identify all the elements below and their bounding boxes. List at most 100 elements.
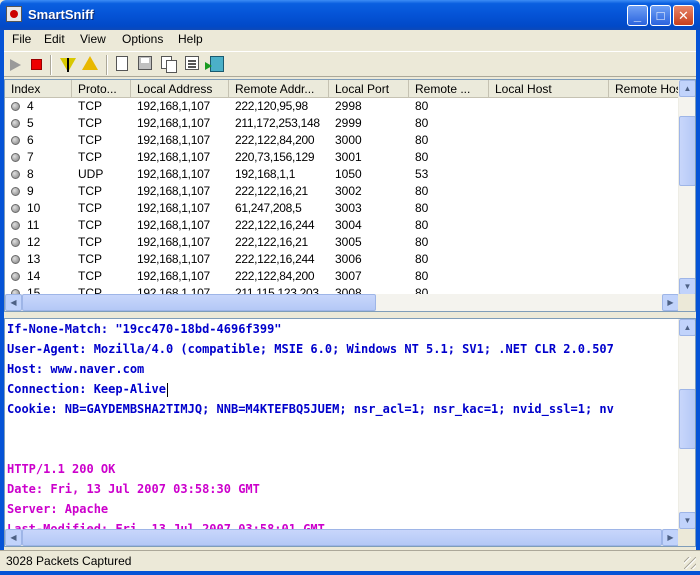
menu-help[interactable]: Help: [178, 32, 203, 46]
toolbar: [4, 51, 696, 77]
packet-status-icon: [11, 136, 20, 145]
row-local-port: 1050: [335, 167, 362, 181]
row-local-address: 192,168,1,107: [137, 99, 210, 113]
row-remote-port: 80: [415, 235, 429, 249]
status-bar: 3028 Packets Captured: [0, 550, 700, 571]
packet-status-icon: [11, 153, 20, 162]
response-header-line: Last-Modified: Fri, 13 Jul 2007 03:58:01…: [7, 519, 325, 529]
minimize-button[interactable]: _: [627, 5, 648, 26]
column-headers: Index Proto... Local Address Remote Addr…: [5, 80, 679, 98]
row-remote-port: 80: [415, 150, 429, 164]
detail-line-text: If-None-Match: "19cc470-18bd-4696f399": [7, 322, 282, 336]
scroll-thumb[interactable]: [22, 294, 376, 311]
title-bar[interactable]: SmartSniff _ □ ✕: [0, 0, 700, 30]
scroll-thumb[interactable]: [22, 529, 662, 546]
row-remote-address: 61,247,208,5: [235, 201, 302, 215]
row-index: 12: [27, 235, 41, 249]
column-header-index[interactable]: Index: [5, 80, 72, 97]
detail-text[interactable]: If-None-Match: "19cc470-18bd-4696f399" Us…: [7, 319, 677, 529]
row-local-address: 192,168,1,107: [137, 252, 210, 266]
toolbar-separator: [50, 55, 52, 75]
scroll-left-button[interactable]: ◀: [5, 294, 22, 311]
column-header-remote-host[interactable]: Remote Hos: [609, 80, 679, 97]
packet-list[interactable]: Index Proto... Local Address Remote Addr…: [4, 79, 696, 312]
menu-options[interactable]: Options: [122, 32, 163, 46]
detail-line-text: Host: www.naver.com: [7, 362, 145, 376]
row-remote-port: 80: [415, 133, 429, 147]
scroll-thumb[interactable]: [679, 389, 695, 449]
copy-icon[interactable]: [161, 56, 177, 73]
scroll-corner: [678, 529, 695, 546]
detail-line-text: Date: Fri, 13 Jul 2007 03:58:30 GMT: [7, 482, 260, 496]
row-remote-address: 222,122,16,244: [235, 252, 315, 266]
table-row[interactable]: 11 TCP 192,168,1,107 222,122,16,244 3004 80: [5, 217, 679, 234]
menu-view[interactable]: View: [80, 32, 106, 46]
column-header-local-port[interactable]: Local Port: [329, 80, 409, 97]
resize-grip[interactable]: [684, 557, 696, 569]
row-index: 8: [27, 167, 34, 181]
scroll-down-button[interactable]: ▼: [679, 512, 695, 529]
maximize-button[interactable]: □: [650, 5, 671, 26]
scroll-right-button[interactable]: ▶: [662, 294, 679, 311]
horizontal-scrollbar[interactable]: ◀ ▶: [5, 529, 679, 546]
request-header-line: Connection: Keep-Alive: [7, 379, 168, 399]
table-row[interactable]: 6 TCP 192,168,1,107 222,122,84,200 3000 80: [5, 132, 679, 149]
filter-icon[interactable]: [60, 58, 76, 72]
stop-icon[interactable]: [31, 59, 42, 70]
row-index: 14: [27, 269, 41, 283]
menu-file[interactable]: File: [12, 32, 31, 46]
row-index: 4: [27, 99, 34, 113]
scroll-up-button[interactable]: ▲: [679, 80, 695, 97]
close-button[interactable]: ✕: [673, 5, 694, 26]
row-index: 13: [27, 252, 41, 266]
table-row[interactable]: 4 TCP 192,168,1,107 222,120,95,98 2998 80: [5, 98, 679, 115]
exit-icon[interactable]: [205, 56, 224, 72]
scroll-corner: [678, 294, 695, 311]
row-remote-port: 80: [415, 116, 429, 130]
table-row[interactable]: 9 TCP 192,168,1,107 222,122,16,21 3002 80: [5, 183, 679, 200]
row-remote-port: 80: [415, 269, 429, 283]
scroll-down-button[interactable]: ▼: [679, 278, 695, 295]
horizontal-scrollbar[interactable]: ◀ ▶: [5, 294, 679, 311]
play-icon[interactable]: [10, 59, 21, 71]
save-icon[interactable]: [138, 56, 152, 70]
row-remote-address: 222,122,84,200: [235, 133, 315, 147]
vertical-scrollbar[interactable]: ▲ ▼: [678, 319, 695, 529]
row-protocol: UDP: [78, 167, 104, 181]
app-icon[interactable]: [6, 6, 22, 22]
column-header-local-host[interactable]: Local Host: [489, 80, 609, 97]
column-header-remote-address[interactable]: Remote Addr...: [229, 80, 329, 97]
column-header-local-address[interactable]: Local Address: [131, 80, 229, 97]
table-row[interactable]: 10 TCP 192,168,1,107 61,247,208,5 3003 80: [5, 200, 679, 217]
row-local-address: 192,168,1,107: [137, 116, 210, 130]
column-header-protocol[interactable]: Proto...: [72, 80, 131, 97]
new-document-icon[interactable]: [116, 56, 128, 71]
menu-edit[interactable]: Edit: [44, 32, 65, 46]
table-row[interactable]: 5 TCP 192,168,1,107 211,172,253,148 2999 80: [5, 115, 679, 132]
row-local-port: 3001: [335, 150, 362, 164]
detail-line-text: Last-Modified: Fri, 13 Jul 2007 03:58:01…: [7, 522, 325, 529]
row-remote-address: 220,73,156,129: [235, 150, 315, 164]
row-local-address: 192,168,1,107: [137, 201, 210, 215]
table-row[interactable]: 12 TCP 192,168,1,107 222,122,16,21 3005 80: [5, 234, 679, 251]
scroll-up-button[interactable]: ▲: [679, 319, 695, 336]
packet-status-icon: [11, 102, 20, 111]
column-header-remote-port[interactable]: Remote ...: [409, 80, 489, 97]
row-local-address: 192,168,1,107: [137, 150, 210, 164]
table-row[interactable]: 8 UDP 192,168,1,107 192,168,1,1 1050 53: [5, 166, 679, 183]
properties-icon[interactable]: [185, 56, 199, 70]
table-row[interactable]: 14 TCP 192,168,1,107 222,122,84,200 3007 80: [5, 268, 679, 285]
vertical-scrollbar[interactable]: ▲ ▼: [678, 80, 695, 295]
row-index: 5: [27, 116, 34, 130]
table-row[interactable]: 13 TCP 192,168,1,107 222,122,16,244 3006 80: [5, 251, 679, 268]
scroll-left-button[interactable]: ◀: [5, 529, 22, 546]
scroll-thumb[interactable]: [679, 116, 695, 186]
packet-status-icon: [11, 238, 20, 247]
scroll-right-button[interactable]: ▶: [662, 529, 679, 546]
packet-rows: 4 TCP 192,168,1,107 222,120,95,98 2998 80 5 TCP…: [5, 98, 679, 295]
packet-detail[interactable]: If-None-Match: "19cc470-18bd-4696f399" Us…: [4, 318, 696, 547]
filter-alt-icon[interactable]: [82, 56, 98, 70]
row-protocol: TCP: [78, 133, 102, 147]
row-local-port: 3005: [335, 235, 362, 249]
table-row[interactable]: 7 TCP 192,168,1,107 220,73,156,129 3001 80: [5, 149, 679, 166]
